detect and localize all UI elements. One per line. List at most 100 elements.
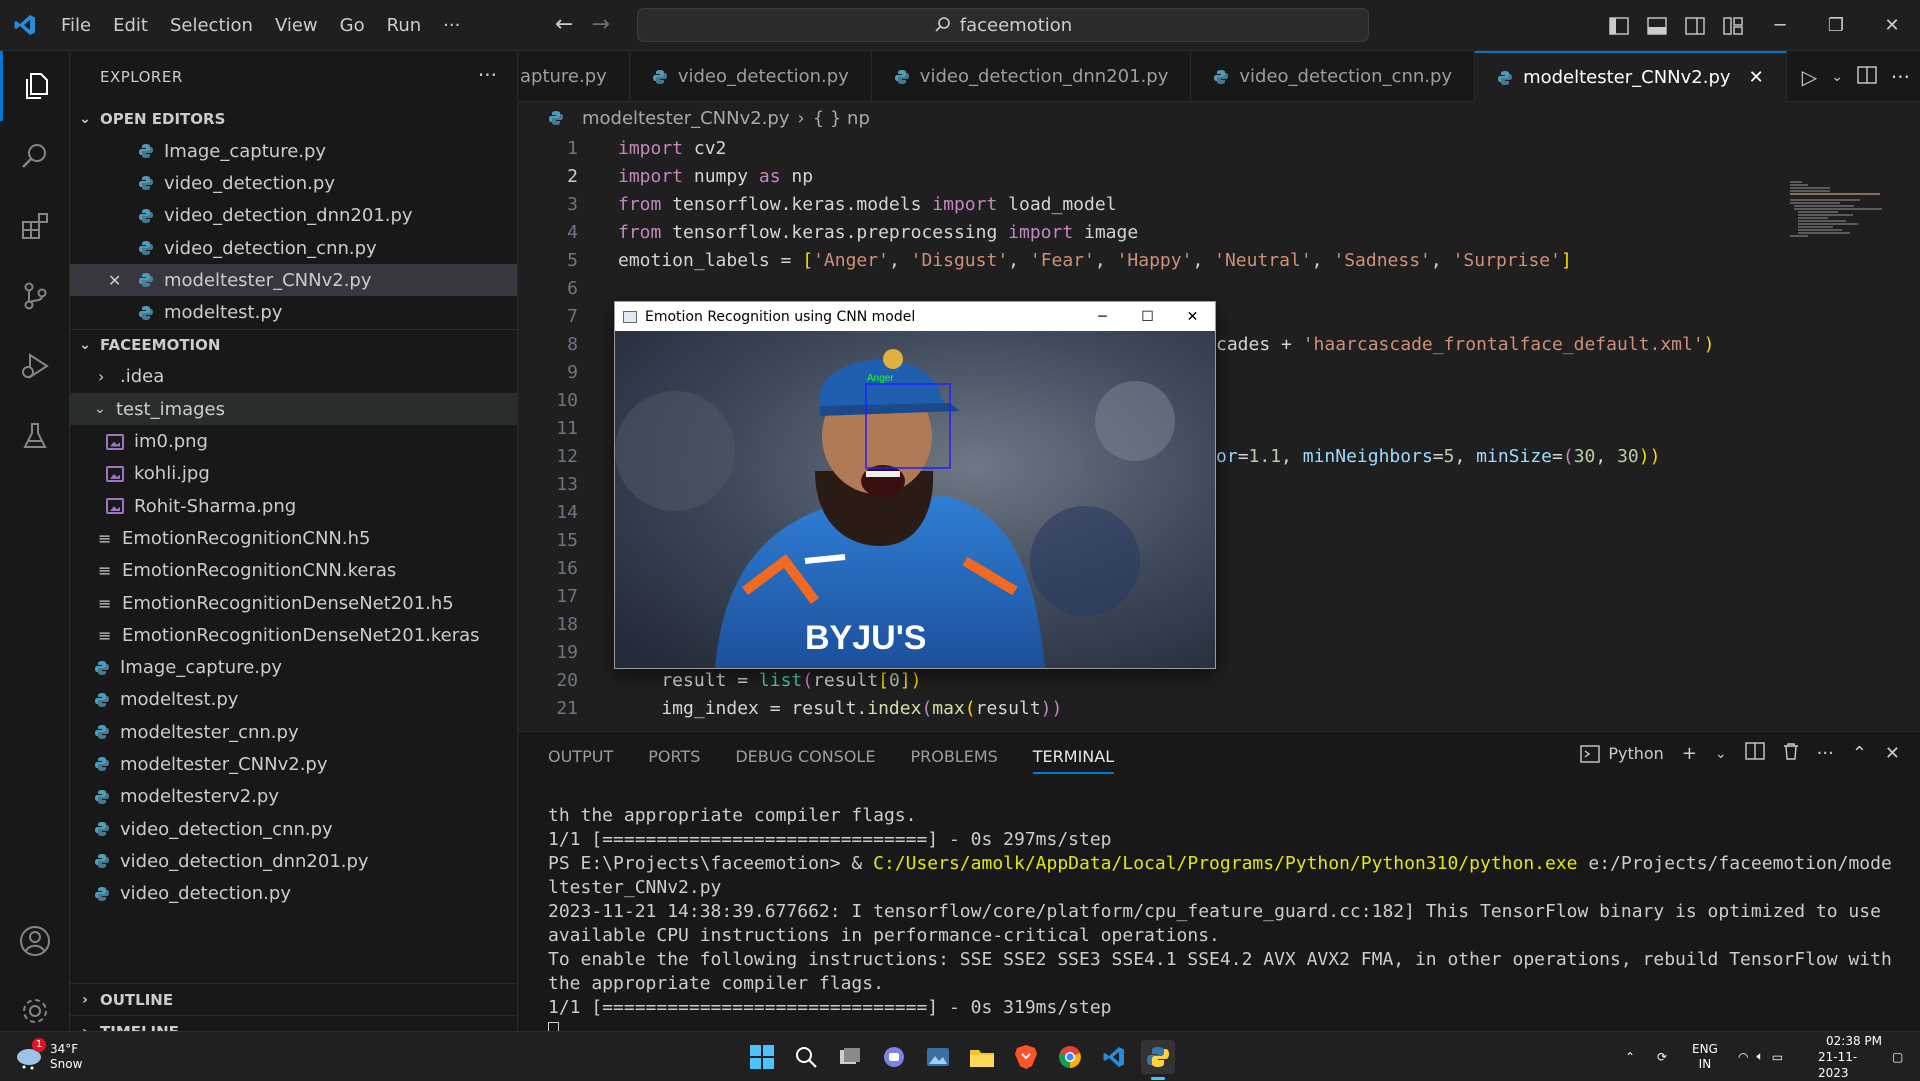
accounts-icon[interactable] (0, 906, 70, 976)
close-window-icon[interactable]: ✕ (1864, 0, 1920, 51)
language-indicator[interactable]: ENG IN (1692, 1032, 1718, 1081)
restore-window-icon[interactable]: ❐ (1808, 0, 1864, 51)
menu-selection[interactable]: Selection (159, 0, 264, 51)
tab-video-detection[interactable]: video_detection.py (630, 51, 872, 102)
open-editor-item[interactable]: video_detection.py (70, 167, 517, 199)
testing-flask-icon[interactable] (0, 401, 70, 471)
command-center-search[interactable]: faceemotion (637, 8, 1369, 42)
sync-icon[interactable]: ⟳ (1657, 1032, 1667, 1081)
clock[interactable]: 02:38 PM 21-11-2023 (1818, 1032, 1882, 1081)
python-file-item[interactable]: modeltest.py (70, 684, 517, 716)
open-editor-item[interactable]: Image_capture.py (70, 135, 517, 167)
new-terminal-plus-icon[interactable]: + (1682, 743, 1697, 764)
weather-widget[interactable]: 1 34°F Snow (14, 1032, 82, 1081)
image-file-item[interactable]: Rohit-Sharma.png (70, 490, 517, 522)
system-tray[interactable]: ◠ 🔈︎ ▭ (1738, 1032, 1783, 1081)
python-file-item[interactable]: video_detection.py (70, 878, 517, 910)
open-editor-item[interactable]: video_detection_cnn.py (70, 232, 517, 264)
notification-icon[interactable]: ▢ (1892, 1032, 1903, 1081)
extensions-icon[interactable] (0, 191, 70, 261)
menu-file[interactable]: File (50, 0, 102, 51)
open-editors-header[interactable]: ⌄ OPEN EDITORS (70, 103, 517, 135)
faceemotion-folder-header[interactable]: ⌄ FACEEMOTION (70, 328, 517, 361)
opencv-image-window[interactable]: Emotion Recognition using CNN model ─ ☐ … (614, 301, 1216, 669)
breadcrumb-file[interactable]: modeltester_CNNv2.py (582, 108, 790, 129)
tab-output[interactable]: OUTPUT (548, 747, 613, 766)
image-file-item[interactable]: im0.png (70, 425, 517, 457)
taskbar-search-icon[interactable] (789, 1040, 823, 1074)
image-file-item[interactable]: kohli.jpg (70, 458, 517, 490)
python-taskbar-icon[interactable] (1141, 1040, 1175, 1074)
terminal-output[interactable]: th the appropriate compiler flags. 1/1 [… (548, 804, 1898, 1044)
opencv-window-titlebar[interactable]: Emotion Recognition using CNN model ─ ☐ … (615, 302, 1215, 331)
folder-idea[interactable]: › .idea (70, 361, 517, 393)
python-file-item[interactable]: modeltester_CNNv2.py (70, 748, 517, 780)
python-file-item[interactable]: modeltester_cnn.py (70, 716, 517, 748)
back-arrow-icon[interactable]: ← (555, 12, 573, 37)
toggle-secondary-sidebar-icon[interactable] (1676, 0, 1714, 51)
customize-layout-icon[interactable] (1714, 0, 1752, 51)
tab-debug-console[interactable]: DEBUG CONSOLE (735, 747, 875, 766)
python-file-item[interactable]: video_detection_dnn201.py (70, 845, 517, 877)
python-file-item[interactable]: modeltesterv2.py (70, 781, 517, 813)
terminal-shell-selector[interactable]: Python (1580, 744, 1664, 763)
minimize-window-icon[interactable]: ─ (1080, 302, 1125, 331)
more-actions-icon[interactable]: ··· (1817, 743, 1834, 764)
more-actions-icon[interactable]: ··· (1891, 65, 1910, 89)
minimize-window-icon[interactable]: ─ (1752, 0, 1808, 51)
close-window-icon[interactable]: ✕ (1170, 302, 1215, 331)
maximize-panel-chevron-up-icon[interactable]: ⌃ (1852, 743, 1867, 764)
chevron-down-icon[interactable]: ⌄ (1715, 746, 1727, 762)
windows-start-icon[interactable] (745, 1040, 779, 1074)
open-editor-item-active[interactable]: ✕ modeltester_CNNv2.py (70, 264, 517, 297)
more-actions-icon[interactable]: ··· (478, 63, 497, 87)
photos-app-icon[interactable] (921, 1040, 955, 1074)
toggle-primary-sidebar-icon[interactable] (1600, 0, 1638, 51)
python-file-item[interactable]: video_detection_cnn.py (70, 813, 517, 845)
python-file-item[interactable]: Image_capture.py (70, 651, 517, 683)
task-view-icon[interactable] (833, 1040, 867, 1074)
source-control-icon[interactable] (0, 261, 70, 331)
brave-browser-icon[interactable] (1009, 1040, 1043, 1074)
split-terminal-icon[interactable] (1744, 742, 1765, 765)
minimap[interactable] (1790, 181, 1900, 261)
explorer-icon[interactable] (0, 51, 70, 121)
close-tab-icon[interactable]: ✕ (1749, 67, 1764, 88)
breadcrumb-symbol[interactable]: { } np (813, 108, 870, 129)
model-file-item[interactable]: ≡ EmotionRecognitionDenseNet201.keras (70, 619, 517, 651)
menu-go[interactable]: Go (329, 0, 376, 51)
tab-image-capture[interactable]: apture.py (518, 51, 630, 102)
open-editor-item[interactable]: modeltest.py (70, 296, 517, 328)
file-explorer-icon[interactable] (965, 1040, 999, 1074)
menu-edit[interactable]: Edit (102, 0, 159, 51)
tab-video-detection-cnn[interactable]: video_detection_cnn.py (1191, 51, 1476, 102)
forward-arrow-icon[interactable]: → (591, 12, 609, 37)
trash-icon[interactable] (1783, 742, 1799, 765)
model-file-item[interactable]: ≡ EmotionRecognitionCNN.h5 (70, 522, 517, 554)
close-panel-icon[interactable]: ✕ (1885, 743, 1900, 764)
menu-view[interactable]: View (264, 0, 329, 51)
tab-problems[interactable]: PROBLEMS (910, 747, 997, 766)
split-editor-icon[interactable] (1857, 65, 1877, 89)
menu-run[interactable]: Run (376, 0, 433, 51)
open-editor-item[interactable]: video_detection_dnn201.py (70, 200, 517, 232)
maximize-window-icon[interactable]: ☐ (1125, 302, 1170, 331)
tab-ports[interactable]: PORTS (648, 747, 700, 766)
teams-chat-icon[interactable] (877, 1040, 911, 1074)
vscode-taskbar-icon[interactable] (1097, 1040, 1131, 1074)
toggle-panel-icon[interactable] (1638, 0, 1676, 51)
model-file-item[interactable]: ≡ EmotionRecognitionDenseNet201.h5 (70, 587, 517, 619)
tab-video-detection-dnn201[interactable]: video_detection_dnn201.py (872, 51, 1192, 102)
run-dropdown-chevron-icon[interactable]: ⌄ (1831, 69, 1843, 85)
run-python-file-icon[interactable]: ▷ (1802, 65, 1817, 89)
close-icon[interactable]: ✕ (108, 271, 138, 290)
tab-modeltester-cnnv2[interactable]: modeltester_CNNv2.py ✕ (1475, 51, 1787, 102)
search-icon[interactable] (0, 121, 70, 191)
menu-more[interactable]: ··· (432, 0, 471, 51)
outline-header[interactable]: › OUTLINE (70, 983, 517, 1015)
timeline-header[interactable]: › TIMELINE (70, 1015, 517, 1031)
model-file-item[interactable]: ≡ EmotionRecognitionCNN.keras (70, 555, 517, 587)
tab-terminal[interactable]: TERMINAL (1032, 747, 1115, 774)
show-hidden-icons-chevron-icon[interactable]: ⌃ (1625, 1032, 1635, 1081)
chrome-browser-icon[interactable] (1053, 1040, 1087, 1074)
